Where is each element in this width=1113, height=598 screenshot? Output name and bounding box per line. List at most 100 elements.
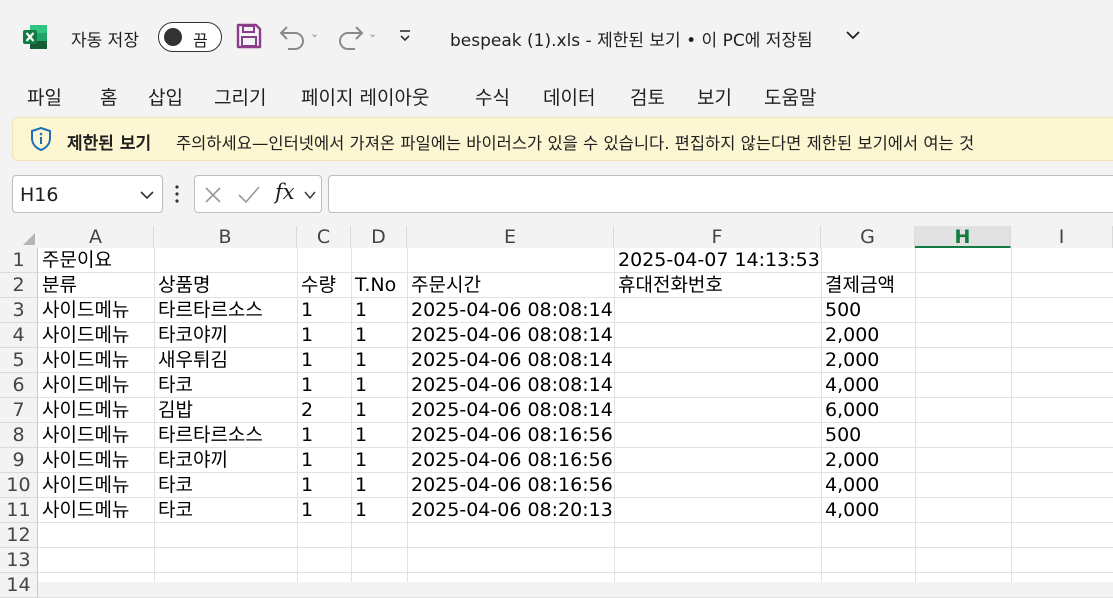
tab-file[interactable]: 파일	[27, 83, 62, 110]
cell-i12[interactable]	[1011, 523, 1113, 548]
row-header-13[interactable]: 13	[0, 548, 38, 573]
cell-d3[interactable]: 1	[351, 298, 407, 323]
cell-i11[interactable]	[1011, 498, 1113, 523]
chevron-down-icon[interactable]	[139, 187, 155, 203]
cell-i10[interactable]	[1011, 473, 1113, 498]
row-header-6[interactable]: 6	[0, 373, 38, 398]
cell-h4[interactable]	[915, 323, 1011, 348]
cell-g10[interactable]: 4,000	[821, 473, 915, 498]
cell-g6[interactable]: 4,000	[821, 373, 915, 398]
column-header-f[interactable]: F	[614, 226, 821, 248]
cell-h10[interactable]	[915, 473, 1011, 498]
column-header-d[interactable]: D	[351, 226, 407, 248]
cell-g1[interactable]	[821, 248, 915, 273]
cell-a12[interactable]	[38, 523, 154, 548]
cell-e12[interactable]	[407, 523, 614, 548]
select-all-corner[interactable]	[0, 222, 38, 248]
cell-d6[interactable]: 1	[351, 373, 407, 398]
cell-a8[interactable]: 사이드메뉴	[38, 423, 154, 448]
column-header-b[interactable]: B	[154, 226, 297, 248]
cell-d7[interactable]: 1	[351, 398, 407, 423]
cell-i7[interactable]	[1011, 398, 1113, 423]
column-header-i[interactable]: I	[1011, 226, 1113, 248]
cell-i8[interactable]	[1011, 423, 1113, 448]
row-header-3[interactable]: 3	[0, 298, 38, 323]
row-header-2[interactable]: 2	[0, 273, 38, 298]
column-header-c[interactable]: C	[297, 226, 351, 248]
cell-b1[interactable]	[154, 248, 297, 273]
undo-chevron-down-icon[interactable]: ⌄	[310, 27, 319, 40]
cell-c11[interactable]: 1	[297, 498, 351, 523]
cell-g7[interactable]: 6,000	[821, 398, 915, 423]
cell-i9[interactable]	[1011, 448, 1113, 473]
cell-h8[interactable]	[915, 423, 1011, 448]
cell-g13[interactable]	[821, 548, 915, 573]
cell-d12[interactable]	[351, 523, 407, 548]
cell-c12[interactable]	[297, 523, 351, 548]
cell-b9[interactable]: 타코야끼	[154, 448, 297, 473]
row-header-7[interactable]: 7	[0, 398, 38, 423]
cell-f2[interactable]: 휴대전화번호	[614, 273, 821, 298]
cell-b2[interactable]: 상품명	[154, 273, 297, 298]
column-header-g[interactable]: G	[821, 226, 915, 248]
cell-f1[interactable]: 2025-04-07 14:13:53	[614, 248, 821, 273]
cell-f5[interactable]	[614, 348, 821, 373]
more-options-icon[interactable]	[175, 185, 179, 203]
cell-c3[interactable]: 1	[297, 298, 351, 323]
tab-review[interactable]: 검토	[630, 83, 665, 110]
customize-toolbar-icon[interactable]	[398, 28, 412, 44]
cell-b5[interactable]: 새우튀김	[154, 348, 297, 373]
cell-c13[interactable]	[297, 548, 351, 573]
cell-a7[interactable]: 사이드메뉴	[38, 398, 154, 423]
cell-c9[interactable]: 1	[297, 448, 351, 473]
cell-f8[interactable]	[614, 423, 821, 448]
chevron-down-icon[interactable]	[303, 188, 317, 202]
cell-f9[interactable]	[614, 448, 821, 473]
row-header-11[interactable]: 11	[0, 498, 38, 523]
cell-b3[interactable]: 타르타르소스	[154, 298, 297, 323]
cell-d1[interactable]	[351, 248, 407, 273]
cell-b8[interactable]: 타르타르소스	[154, 423, 297, 448]
cancel-icon[interactable]	[204, 186, 222, 204]
chevron-down-icon[interactable]	[845, 27, 861, 43]
cell-h12[interactable]	[915, 523, 1011, 548]
cell-h1[interactable]	[915, 248, 1011, 273]
redo-icon[interactable]	[335, 22, 365, 50]
cell-h13[interactable]	[915, 548, 1011, 573]
cell-f3[interactable]	[614, 298, 821, 323]
cell-d2[interactable]: T.No	[351, 273, 407, 298]
cell-d4[interactable]: 1	[351, 323, 407, 348]
cell-g4[interactable]: 2,000	[821, 323, 915, 348]
cell-f11[interactable]	[614, 498, 821, 523]
cell-c10[interactable]: 1	[297, 473, 351, 498]
cell-e2[interactable]: 주문시간	[407, 273, 614, 298]
row-header-12[interactable]: 12	[0, 523, 38, 548]
cell-e4[interactable]: 2025-04-06 08:08:14	[407, 323, 614, 348]
cell-a3[interactable]: 사이드메뉴	[38, 298, 154, 323]
cell-g2[interactable]: 결제금액	[821, 273, 915, 298]
cell-d14[interactable]	[351, 573, 407, 598]
column-header-a[interactable]: A	[38, 226, 154, 248]
tab-help[interactable]: 도움말	[764, 83, 816, 110]
enter-check-icon[interactable]	[237, 185, 261, 205]
cell-a11[interactable]: 사이드메뉴	[38, 498, 154, 523]
cell-f7[interactable]	[614, 398, 821, 423]
cell-a6[interactable]: 사이드메뉴	[38, 373, 154, 398]
cell-i5[interactable]	[1011, 348, 1113, 373]
tab-home[interactable]: 홈	[100, 83, 117, 110]
cell-a10[interactable]: 사이드메뉴	[38, 473, 154, 498]
cell-f12[interactable]	[614, 523, 821, 548]
cell-d8[interactable]: 1	[351, 423, 407, 448]
cell-c2[interactable]: 수량	[297, 273, 351, 298]
cell-a1[interactable]: 주문이요	[38, 248, 154, 273]
cell-c8[interactable]: 1	[297, 423, 351, 448]
cell-e7[interactable]: 2025-04-06 08:08:14	[407, 398, 614, 423]
cell-d10[interactable]: 1	[351, 473, 407, 498]
cell-c6[interactable]: 1	[297, 373, 351, 398]
cell-g5[interactable]: 2,000	[821, 348, 915, 373]
cell-e11[interactable]: 2025-04-06 08:20:13	[407, 498, 614, 523]
tab-data[interactable]: 데이터	[543, 83, 595, 110]
cell-a9[interactable]: 사이드메뉴	[38, 448, 154, 473]
cell-i14[interactable]	[1011, 573, 1113, 598]
tab-view[interactable]: 보기	[697, 83, 732, 110]
